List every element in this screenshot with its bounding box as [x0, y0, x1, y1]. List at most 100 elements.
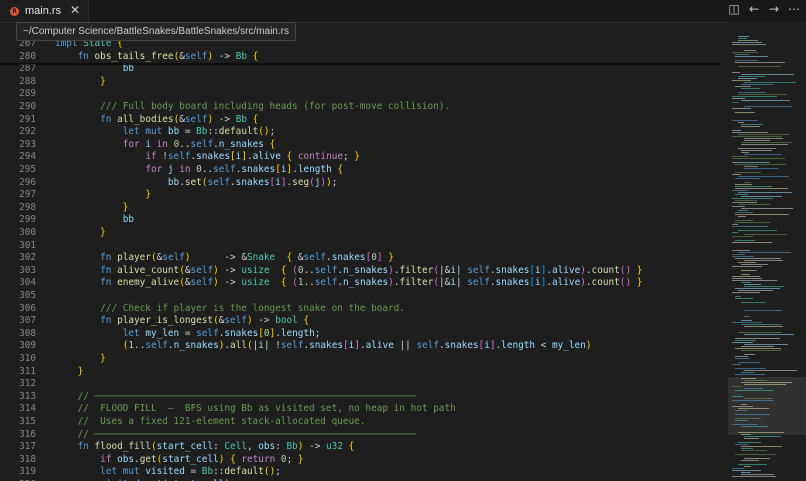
- line-number: 289: [19, 88, 36, 100]
- code-text[interactable]: let mut visited = Bb::default();: [55, 466, 281, 479]
- code-line[interactable]: 301: [0, 240, 720, 253]
- line-number: 293: [19, 138, 36, 150]
- minimap-line: [732, 206, 745, 207]
- rust-file-icon: R: [10, 6, 19, 16]
- minimap-line: [744, 354, 755, 355]
- code-text[interactable]: }: [55, 189, 151, 202]
- code-line[interactable]: 317 fn flood_fill(start_cell: Cell, obs:…: [0, 441, 720, 454]
- minimap-line: [741, 264, 768, 265]
- back-arrow-icon[interactable]: ←: [748, 2, 760, 16]
- code-line[interactable]: 318 if obs.get(start_cell) { return 0; }: [0, 454, 720, 467]
- minimap-line: [735, 214, 789, 215]
- code-text[interactable]: // ─────────────────────────────────────…: [55, 391, 417, 404]
- code-line[interactable]: 292 let mut bb = Bb::default();: [0, 126, 720, 139]
- code-line[interactable]: 293 for i in 0..self.n_snakes {: [0, 139, 720, 152]
- code-line[interactable]: 307 fn player_is_longest(&self) -> bool …: [0, 315, 720, 328]
- code-line[interactable]: 310 }: [0, 353, 720, 366]
- code-line[interactable]: 289: [0, 88, 720, 101]
- code-text[interactable]: }: [55, 202, 129, 215]
- code-text[interactable]: }: [55, 366, 84, 379]
- code-text[interactable]: if !self.snakes[i].alive { continue; }: [55, 151, 360, 164]
- code-text[interactable]: fn flood_fill(start_cell: Cell, obs: Bb)…: [55, 441, 355, 454]
- line-number: 294: [19, 151, 36, 163]
- code-text[interactable]: bb.set(self.snakes[i].seg(j));: [55, 177, 338, 190]
- code-line[interactable]: 299 bb: [0, 214, 720, 227]
- code-line[interactable]: 303 fn alive_count(&self) -> usize { (0.…: [0, 265, 720, 278]
- code-line[interactable]: 295 for j in 0..self.snakes[i].length {: [0, 164, 720, 177]
- code-line[interactable]: 311 }: [0, 366, 720, 379]
- forward-arrow-icon[interactable]: →: [768, 2, 780, 16]
- code-text[interactable]: (1..self.n_snakes).all(|i| !self.snakes[…: [55, 340, 592, 353]
- split-editor-icon[interactable]: ◫: [728, 2, 740, 16]
- code-line[interactable]: 315 // Uses a fixed 121-element stack-al…: [0, 416, 720, 429]
- code-text[interactable]: /// Full body board including heads (for…: [55, 101, 450, 114]
- code-line[interactable]: 298 }: [0, 202, 720, 215]
- code-text[interactable]: fn enemy_alive(&self) -> usize { (1..sel…: [55, 277, 642, 290]
- code-line[interactable]: 297 }: [0, 189, 720, 202]
- minimap-line: [741, 126, 760, 127]
- minimap-line: [735, 200, 757, 201]
- minimap-line: [732, 80, 751, 81]
- code-line[interactable]: 313 // ─────────────────────────────────…: [0, 391, 720, 404]
- minimap[interactable]: [728, 22, 806, 481]
- code-line[interactable]: 305: [0, 290, 720, 303]
- code-line[interactable]: 294 if !self.snakes[i].alive { continue;…: [0, 151, 720, 164]
- code-line[interactable]: 300 }: [0, 227, 720, 240]
- minimap-line: [741, 196, 782, 197]
- tab-main-rs[interactable]: R main.rs ✕: [0, 0, 89, 22]
- code-text[interactable]: fn obs_tails_free(&self) -> Bb {: [55, 51, 259, 64]
- code-line[interactable]: 306 /// Check if player is the longest s…: [0, 303, 720, 316]
- minimap-line: [732, 470, 761, 471]
- minimap-line: [735, 258, 781, 259]
- minimap-line: [732, 102, 739, 103]
- code-text[interactable]: if obs.get(start_cell) { return 0; }: [55, 454, 303, 467]
- code-line[interactable]: 319 let mut visited = Bb::default();: [0, 466, 720, 479]
- minimap-line: [744, 50, 756, 51]
- code-line[interactable]: 296 bb.set(self.snakes[i].seg(j));: [0, 177, 720, 190]
- more-icon[interactable]: ⋯: [788, 2, 800, 16]
- code-text[interactable]: fn player(&self) -> &Snake { &self.snake…: [55, 252, 394, 265]
- minimap-line: [735, 444, 748, 445]
- code-text[interactable]: for i in 0..self.n_snakes {: [55, 139, 276, 152]
- code-text[interactable]: bb: [55, 214, 134, 227]
- line-number: 280: [19, 50, 36, 62]
- code-text[interactable]: // FLOOD FILL — BFS using Bb as visited …: [55, 403, 456, 416]
- code-text[interactable]: fn alive_count(&self) -> usize { (0..sel…: [55, 265, 642, 278]
- minimap-line: [732, 406, 753, 407]
- code-line[interactable]: 312: [0, 378, 720, 391]
- code-line[interactable]: 309 (1..self.n_snakes).all(|i| !self.sna…: [0, 340, 720, 353]
- tab-bar: R main.rs ✕ ◫ ← → ⋯: [0, 0, 806, 23]
- code-editor[interactable]: 267 impl State {280 fn obs_tails_free(&se…: [0, 36, 720, 481]
- code-line[interactable]: 316 // ─────────────────────────────────…: [0, 429, 720, 442]
- code-line[interactable]: 302 fn player(&self) -> &Snake { &self.s…: [0, 252, 720, 265]
- minimap-line: [738, 122, 744, 123]
- minimap-line: [735, 348, 781, 349]
- code-text[interactable]: let my_len = self.snakes[0].length;: [55, 328, 321, 341]
- close-icon[interactable]: ✕: [70, 3, 80, 17]
- code-text[interactable]: }: [55, 353, 106, 366]
- code-line[interactable]: 308 let my_len = self.snakes[0].length;: [0, 328, 720, 341]
- code-text[interactable]: fn player_is_longest(&self) -> bool {: [55, 315, 309, 328]
- code-line[interactable]: 291 fn all_bodies(&self) -> Bb {: [0, 114, 720, 127]
- minimap-line: [744, 138, 783, 139]
- minimap-line: [732, 322, 762, 323]
- code-text[interactable]: /// Check if player is the longest snake…: [55, 303, 405, 316]
- code-line[interactable]: 288 }: [0, 76, 720, 89]
- code-line[interactable]: 290 /// Full body board including heads …: [0, 101, 720, 114]
- code-text[interactable]: let mut bb = Bb::default();: [55, 126, 276, 139]
- minimap-line: [732, 266, 762, 267]
- minimap-line: [741, 208, 793, 209]
- code-text[interactable]: // Uses a fixed 121-element stack-alloca…: [55, 416, 366, 429]
- code-text[interactable]: }: [55, 76, 106, 89]
- minimap-line: [741, 446, 782, 447]
- code-line[interactable]: 304 fn enemy_alive(&self) -> usize { (1.…: [0, 277, 720, 290]
- code-text[interactable]: }: [55, 227, 106, 240]
- code-text[interactable]: fn all_bodies(&self) -> Bb {: [55, 114, 258, 127]
- minimap-line: [735, 368, 766, 369]
- code-line[interactable]: 314 // FLOOD FILL — BFS using Bb as visi…: [0, 403, 720, 416]
- minimap-line: [738, 94, 787, 95]
- code-text[interactable]: // ─────────────────────────────────────…: [55, 429, 417, 442]
- code-line[interactable]: 280 fn obs_tails_free(&self) -> Bb {: [0, 50, 720, 64]
- code-text[interactable]: for j in 0..self.snakes[i].length {: [55, 164, 343, 177]
- minimap-line: [732, 256, 754, 257]
